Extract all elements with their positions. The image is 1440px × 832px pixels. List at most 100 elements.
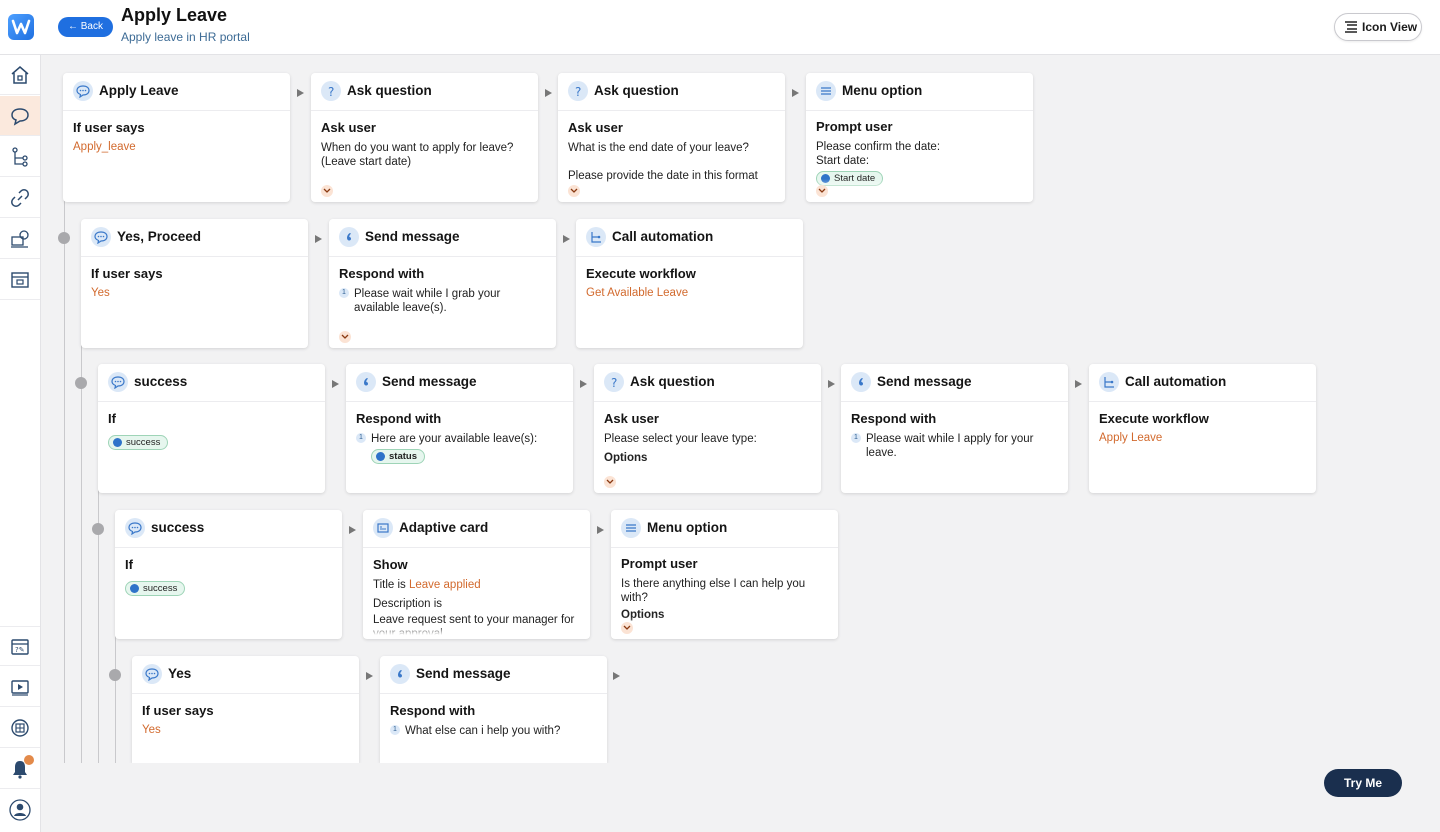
node-card-intent[interactable]: Yes, Proceed If user says Yes [81,219,308,348]
sidebar-item-inbox[interactable] [0,260,40,300]
sidebar-item-conversations[interactable] [0,96,40,136]
node-card-send-message[interactable]: Send message Respond with 1 What else can … [380,656,607,763]
sidebar-item-notifications[interactable] [0,749,40,789]
branch-node[interactable] [109,669,121,681]
card-icon [373,518,393,538]
chevron-down-icon[interactable] [321,185,333,197]
sidebar-item-flows[interactable] [0,137,40,177]
svg-text:?: ? [328,85,334,98]
fade-overlay [558,179,785,201]
variable-chip: status [371,449,425,464]
card-title: Send message [877,374,972,389]
quote-icon [356,372,376,392]
card-text: When do you want to apply for leave? (Le… [321,142,514,168]
card-label: If [125,557,133,572]
back-button[interactable]: ← Back [58,17,113,37]
flow-arrow [315,235,322,243]
node-card-intent[interactable]: Yes If user says Yes [132,656,359,763]
flow-arrow [349,526,356,534]
node-card-menu-option[interactable]: Menu option Prompt user Is there anything… [611,510,838,639]
chat-bubble-icon [125,518,145,538]
card-title: Call automation [1125,374,1227,389]
node-card-send-message[interactable]: Send message Respond with 1 Please wait wh… [329,219,556,348]
flow-arrow [563,235,570,243]
card-label: Respond with [356,411,442,426]
branch-node[interactable] [92,523,104,535]
flow-arrow [297,89,304,97]
message-item: 1 Please wait while I apply for your leav… [851,432,1058,460]
automation-icon [1099,372,1119,392]
card-subhead: Options [604,452,648,464]
try-me-button[interactable]: Try Me [1324,769,1402,797]
card-label: Ask user [604,411,659,426]
chat-bubble-icon [73,81,93,101]
message-item: 1 What else can i help you with? [390,724,597,738]
card-title: success [151,520,205,535]
chat-bubble-icon [142,664,162,684]
flow-arrow [613,672,620,680]
quote-icon [851,372,871,392]
card-title: Menu option [647,520,728,535]
canvas-footer [41,763,1440,832]
notification-badge [24,755,34,765]
node-card-ask-question[interactable]: ? Ask question Ask user Please select your… [594,364,821,493]
card-title: Ask question [594,83,679,98]
card-value: Get Available Leave [586,287,689,299]
automation-icon [586,227,606,247]
video-icon [11,680,29,696]
link-icon [11,189,29,207]
sidebar-item-live-agent[interactable] [0,219,40,259]
node-card-send-message[interactable]: Send message Respond with 1 Here are your … [346,364,573,493]
app-logo-icon[interactable] [8,14,34,40]
node-card-call-automation[interactable]: Call automation Execute workflow Apply Le… [1089,364,1316,493]
flow-arrow [366,672,373,680]
flow-arrow [580,380,587,388]
branch-node[interactable] [58,232,70,244]
node-card-ask-question[interactable]: ? Ask question Ask user What is the end da… [558,73,785,202]
chevron-down-icon[interactable] [339,331,351,343]
node-card-condition[interactable]: success If success [98,364,325,493]
card-label: If user says [91,266,163,281]
list-view-icon [1345,21,1357,33]
card-title: Apply Leave [99,83,179,98]
node-card-intent[interactable]: Apply Leave If user says Apply_leave [63,73,290,202]
condition-chip: success [108,435,169,450]
chevron-down-icon[interactable] [816,185,828,197]
quote-icon [339,227,359,247]
agent-icon [11,230,29,248]
icon-view-button[interactable]: Icon View [1334,13,1422,41]
faq-icon: ?✎ [11,639,29,655]
svg-text:?: ? [575,85,581,98]
sidebar-item-faq[interactable]: ?✎ [0,626,40,666]
node-card-condition[interactable]: success If success [115,510,342,639]
sidebar-item-tutorials[interactable] [0,667,40,707]
card-label: Ask user [321,120,376,135]
sidebar-item-help[interactable] [0,708,40,748]
flow-arrow [597,526,604,534]
card-value: Yes [142,724,161,736]
card-title: Send message [416,666,511,681]
chevron-down-icon[interactable] [568,185,580,197]
sidebar-item-home[interactable] [0,55,40,95]
node-card-menu-option[interactable]: Menu option Prompt user Please confirm th… [806,73,1033,202]
node-card-ask-question[interactable]: ? Ask question Ask user When do you want t… [311,73,538,202]
branch-node[interactable] [75,377,87,389]
card-label: Prompt user [816,119,893,134]
tree-line [64,200,65,763]
card-title: success [134,374,188,389]
chevron-down-icon[interactable] [621,622,633,634]
card-text: Is there anything else I can help you wi… [621,578,806,604]
sidebar-item-profile[interactable] [0,790,40,830]
node-card-send-message[interactable]: Send message Respond with 1 Please wait wh… [841,364,1068,493]
inbox-icon [11,272,29,288]
tree-line [115,636,116,763]
sidebar-item-integrations[interactable] [0,178,40,218]
chevron-down-icon[interactable] [604,476,616,488]
page-title: Apply Leave [121,5,228,25]
card-title: Send message [365,229,460,244]
quote-icon [390,664,410,684]
card-label: Respond with [339,266,425,281]
node-card-call-automation[interactable]: Call automation Execute workflow Get Avai… [576,219,803,348]
flow-arrow [792,89,799,97]
node-card-adaptive-card[interactable]: Adaptive card Show Title is Leave applie… [363,510,590,639]
